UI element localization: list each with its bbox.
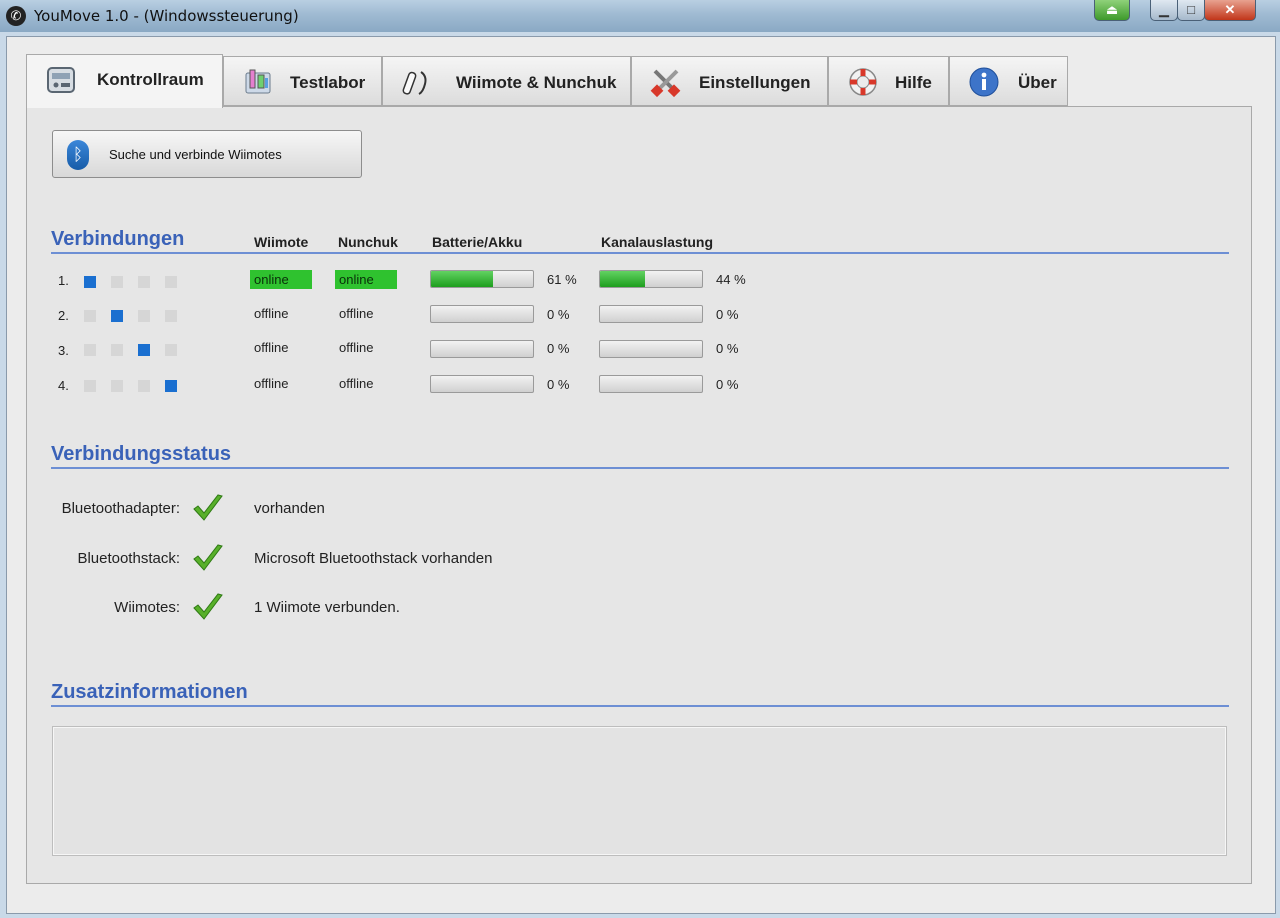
battery-percent: 0 %	[547, 377, 570, 392]
player-led-off	[111, 276, 123, 288]
close-button[interactable]: ✕	[1204, 0, 1256, 21]
tab-testlabor[interactable]: Testlabor	[223, 56, 382, 106]
nunchuk-status: online	[335, 270, 397, 289]
bluetooth-adapter-label: Bluetoothadapter:	[61, 500, 180, 517]
tools-icon	[650, 67, 682, 98]
tab-label: Über	[1018, 73, 1057, 92]
maximize-button[interactable]: □	[1177, 0, 1205, 21]
wiimote-status: offline	[254, 340, 289, 355]
tab-label: Einstellungen	[699, 73, 811, 92]
player-led-off	[84, 344, 96, 356]
additional-info-heading: Zusatzinformationen	[51, 681, 248, 703]
bluetooth-stack-label: Bluetoothstack:	[77, 550, 180, 567]
minimize-button[interactable]: ▁	[1150, 0, 1178, 21]
connection-status-heading: Verbindungsstatus	[51, 443, 232, 465]
wiimote-icon	[401, 67, 433, 97]
row-number: 3.	[58, 343, 69, 358]
bluetooth-stack-value: Microsoft Bluetoothstack vorhanden	[254, 550, 493, 567]
tab-label: Wiimote & Nunchuk	[456, 73, 617, 92]
nunchuk-status: offline	[339, 340, 374, 355]
tray-button[interactable]: ⏏	[1094, 0, 1130, 21]
player-led-on	[84, 276, 96, 288]
title-bar: ✆ YouMove 1.0 - (Windowssteuerung) ⏏ ▁ □…	[0, 0, 1280, 32]
player-led-off	[138, 276, 150, 288]
player-led-off	[165, 276, 177, 288]
channel-percent: 44 %	[716, 272, 746, 287]
wiimote-status: offline	[254, 306, 289, 321]
column-header-nunchuk: Nunchuk	[338, 234, 398, 250]
search-connect-wiimotes-button[interactable]: ᛒ Suche und verbinde Wiimotes	[52, 130, 362, 178]
player-led-on	[165, 380, 177, 392]
bluetooth-adapter-value: vorhanden	[254, 500, 325, 517]
search-button-label: Suche und verbinde Wiimotes	[109, 147, 282, 162]
channel-progress-bar	[599, 375, 703, 393]
player-led-off	[138, 380, 150, 392]
column-header-wiimote: Wiimote	[254, 234, 309, 250]
player-led-off	[165, 344, 177, 356]
wiimotes-label: Wiimotes:	[114, 599, 180, 616]
channel-progress-bar	[599, 305, 703, 323]
player-led-off	[84, 380, 96, 392]
player-led-off	[111, 344, 123, 356]
tab-einstellungen[interactable]: Einstellungen	[631, 56, 828, 106]
battery-fill	[431, 271, 494, 287]
app-icon: ✆	[6, 6, 26, 26]
battery-percent: 0 %	[547, 341, 570, 356]
connection-status-divider	[51, 467, 1229, 469]
nunchuk-status: offline	[339, 376, 374, 391]
tab-kontrollraum[interactable]: Kontrollraum	[26, 54, 223, 108]
nunchuk-status: offline	[339, 306, 374, 321]
player-led-on	[138, 344, 150, 356]
battery-progress-bar	[430, 340, 534, 358]
info-icon	[968, 67, 1000, 97]
connections-divider	[51, 252, 1229, 254]
tab-label: Testlabor	[290, 73, 366, 92]
battery-percent: 61 %	[547, 272, 577, 287]
tab-ueber[interactable]: Über	[949, 56, 1068, 106]
channel-progress-bar	[599, 340, 703, 358]
lab-flask-icon	[242, 67, 274, 97]
channel-percent: 0 %	[716, 307, 739, 322]
checkmark-icon	[193, 494, 223, 521]
tab-hilfe[interactable]: Hilfe	[828, 56, 949, 106]
battery-progress-bar	[430, 375, 534, 393]
player-led-off	[165, 310, 177, 322]
channel-fill	[600, 271, 645, 287]
checkmark-icon	[193, 544, 223, 571]
row-number: 1.	[58, 273, 69, 288]
tab-wiimote-nunchuk[interactable]: Wiimote & Nunchuk	[382, 56, 631, 106]
channel-percent: 0 %	[716, 341, 739, 356]
battery-progress-bar	[430, 305, 534, 323]
player-led-off	[138, 310, 150, 322]
column-header-channel: Kanalauslastung	[601, 234, 714, 250]
player-led-off	[111, 380, 123, 392]
player-led-off	[84, 310, 96, 322]
wiimote-status: offline	[254, 376, 289, 391]
additional-info-divider	[51, 705, 1229, 707]
channel-percent: 0 %	[716, 377, 739, 392]
wiimote-status: online	[250, 270, 312, 289]
connections-heading: Verbindungen	[51, 228, 185, 250]
channel-progress-bar	[599, 270, 703, 288]
battery-percent: 0 %	[547, 307, 570, 322]
player-led-on	[111, 310, 123, 322]
tab-label: Kontrollraum	[97, 70, 204, 89]
column-header-battery: Batterie/Akku	[432, 234, 523, 250]
window-title: YouMove 1.0 - (Windowssteuerung)	[34, 7, 299, 25]
control-room-icon	[45, 65, 77, 95]
row-number: 2.	[58, 308, 69, 323]
checkmark-icon	[193, 593, 223, 620]
row-number: 4.	[58, 378, 69, 393]
battery-progress-bar	[430, 270, 534, 288]
lifebuoy-icon	[847, 67, 879, 97]
additional-info-box	[52, 726, 1227, 856]
tab-label: Hilfe	[895, 73, 932, 92]
wiimotes-value: 1 Wiimote verbunden.	[254, 599, 400, 616]
bluetooth-icon: ᛒ	[67, 140, 89, 170]
